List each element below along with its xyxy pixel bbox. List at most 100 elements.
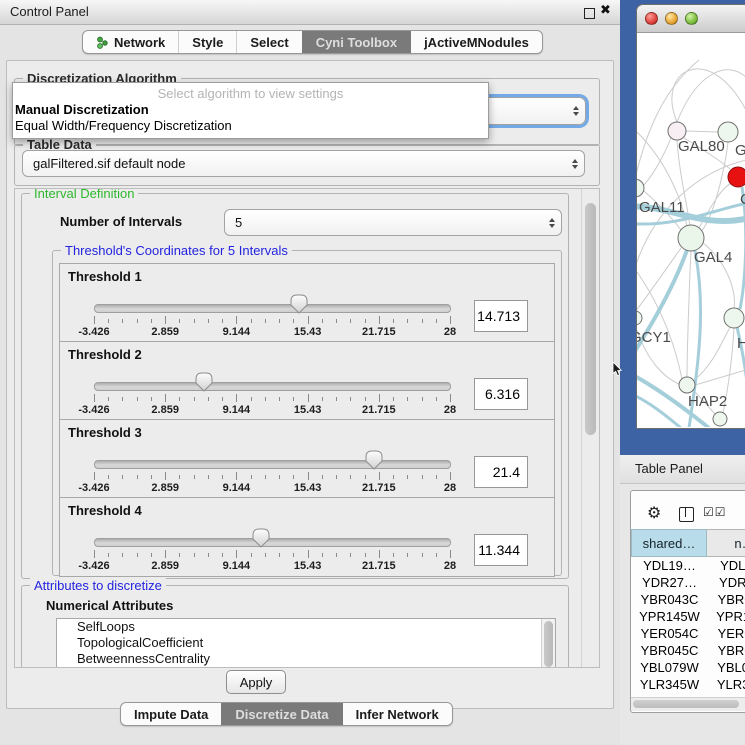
table-row[interactable]: YPR145WYPR145W xyxy=(631,608,745,625)
scale-label: 2.859 xyxy=(151,404,179,416)
stepper-arrows-icon xyxy=(543,218,561,228)
zoom-traffic-light-icon[interactable] xyxy=(685,12,698,25)
node-gcy1[interactable] xyxy=(637,311,642,325)
table-row[interactable]: YDL19…YDL19… xyxy=(631,557,745,574)
stepper-arrows-icon xyxy=(567,106,585,116)
table-cell[interactable]: YER054C xyxy=(708,625,745,642)
tab-cyni-toolbox[interactable]: Cyni Toolbox xyxy=(302,31,410,53)
tick-mark xyxy=(436,319,437,323)
number-of-intervals-combobox[interactable]: 5 xyxy=(224,209,562,236)
slider-thumb[interactable] xyxy=(365,450,383,470)
control-panel-titlebar: Control Panel ✖ xyxy=(0,0,620,25)
tab-discretize-data[interactable]: Discretize Data xyxy=(221,703,341,725)
threshold-value-field[interactable]: 11.344 xyxy=(474,534,528,566)
panel-title: Control Panel xyxy=(10,4,89,19)
slider-track[interactable] xyxy=(94,538,451,547)
threshold-value-field[interactable]: 14.713 xyxy=(474,300,528,332)
tab-style[interactable]: Style xyxy=(178,31,236,53)
attribute-item[interactable]: SelfLoops xyxy=(57,619,555,635)
table-cell[interactable]: YER054C xyxy=(631,625,708,642)
apply-button[interactable]: Apply xyxy=(226,670,286,694)
table-cell[interactable]: YBL079W xyxy=(631,659,708,676)
network-canvas[interactable]: GAL80 G. C. GAL11 GAL4 GCY1 H. HAP2 xyxy=(637,32,745,427)
table-cell[interactable]: YBR043C xyxy=(708,591,745,608)
slider-track[interactable] xyxy=(94,304,451,313)
table-row[interactable]: YER054CYER054C xyxy=(631,625,745,642)
dropdown-option[interactable]: Manual Discretization xyxy=(13,102,488,118)
minimize-traffic-light-icon[interactable] xyxy=(665,12,678,25)
attribute-item[interactable]: BetweennessCentrality xyxy=(57,651,555,667)
node-label: HAP2 xyxy=(688,393,727,410)
group-title: Interval Definition xyxy=(30,188,138,201)
table-cell[interactable]: YPR145W xyxy=(708,608,745,625)
table-cell[interactable]: YLR345W xyxy=(631,676,708,693)
table-cell[interactable]: YDL19… xyxy=(631,557,708,574)
gear-icon[interactable]: ⚙ xyxy=(647,503,661,523)
table-row[interactable]: YBR045CYBR045C xyxy=(631,642,745,659)
horizontal-scrollbar[interactable] xyxy=(631,697,745,711)
column-header-shared-name[interactable]: shared… xyxy=(631,529,707,557)
horizontal-scrollbar-thumb[interactable] xyxy=(633,700,739,708)
slider-thumb[interactable] xyxy=(195,372,213,392)
threshold-row: Threshold 2 -3.4262.8599.14415.4321.7152… xyxy=(59,341,555,421)
table-cell[interactable]: YBR043C xyxy=(631,591,708,608)
tick-mark xyxy=(151,475,152,479)
table-data-combobox[interactable]: galFiltered.sif default node xyxy=(22,150,585,177)
table-cell[interactable]: YBR045C xyxy=(708,642,745,659)
control-panel-tabs: Network Style Select Cyni Toolbox jActiv… xyxy=(82,30,543,54)
table-cell[interactable]: YPR145W xyxy=(631,608,708,625)
node-bottom[interactable] xyxy=(713,412,727,426)
scrollbar-track[interactable] xyxy=(581,189,599,667)
table-cell[interactable]: YBL079W xyxy=(708,659,745,676)
tick-mark xyxy=(365,397,366,401)
combo-value: galFiltered.sif default node xyxy=(23,156,566,171)
tick-mark xyxy=(393,319,394,323)
table-cell[interactable]: YLR345W xyxy=(708,676,745,693)
table-cell[interactable]: YDL19… xyxy=(708,557,745,574)
slider-thumb[interactable] xyxy=(290,294,308,314)
network-window-titlebar[interactable] xyxy=(637,5,745,33)
slider-thumb[interactable] xyxy=(252,528,270,548)
close-traffic-light-icon[interactable] xyxy=(645,12,658,25)
threshold-value-field[interactable]: 6.316 xyxy=(474,378,528,410)
slider-track[interactable] xyxy=(94,382,451,391)
node-gal11[interactable] xyxy=(637,179,644,197)
table-row[interactable]: YDR27…YDR27… xyxy=(631,574,745,591)
close-icon[interactable]: ✖ xyxy=(600,2,611,18)
tab-select[interactable]: Select xyxy=(236,31,301,53)
scale-label: 15.43 xyxy=(294,326,322,338)
tick-mark xyxy=(322,319,323,323)
tab-network[interactable]: Network xyxy=(83,31,178,53)
table-row[interactable]: YBL079WYBL079W xyxy=(631,659,745,676)
column-header-name[interactable]: n… xyxy=(707,529,745,557)
table-cell[interactable]: YBR045C xyxy=(631,642,708,659)
tab-jactivemnodules[interactable]: jActiveMNodules xyxy=(410,31,542,53)
table-cell[interactable]: YDR27… xyxy=(708,574,745,591)
table-panel-title: Table Panel xyxy=(635,461,703,476)
dropdown-placeholder-item[interactable]: Select algorithm to view settings xyxy=(13,86,488,102)
dropdown-option[interactable]: Equal Width/Frequency Discretization xyxy=(13,118,488,134)
tick-mark xyxy=(450,472,451,480)
tick-mark xyxy=(194,475,195,479)
float-window-icon[interactable] xyxy=(584,8,595,19)
numerical-attributes-list[interactable]: SelfLoopsTopologicalCoefficientBetweenne… xyxy=(56,618,556,668)
scrollbar-thumb[interactable] xyxy=(585,203,596,435)
threshold-value-field[interactable]: 21.4 xyxy=(474,456,528,488)
table-cell[interactable]: YDR27… xyxy=(631,574,708,591)
tick-mark xyxy=(122,319,123,323)
node-hap2[interactable] xyxy=(679,377,695,393)
table-row[interactable]: YLR345WYLR345W xyxy=(631,676,745,693)
scale-label: 21.715 xyxy=(362,326,396,338)
table-row[interactable]: YBR043CYBR043C xyxy=(631,591,745,608)
node-clipped-right[interactable] xyxy=(724,308,744,328)
tab-infer-network[interactable]: Infer Network xyxy=(342,703,452,725)
node-selected-red[interactable] xyxy=(728,167,745,187)
node-gal4[interactable] xyxy=(678,225,704,251)
slider-track[interactable] xyxy=(94,460,451,469)
tick-mark xyxy=(222,475,223,479)
tab-impute-data[interactable]: Impute Data xyxy=(121,703,221,725)
columns-icon[interactable] xyxy=(679,507,694,522)
attribute-item[interactable]: TopologicalCoefficient xyxy=(57,635,555,651)
list-scrollbar[interactable] xyxy=(544,621,553,667)
checkboxes-icon[interactable]: ☑☑ xyxy=(703,505,727,519)
